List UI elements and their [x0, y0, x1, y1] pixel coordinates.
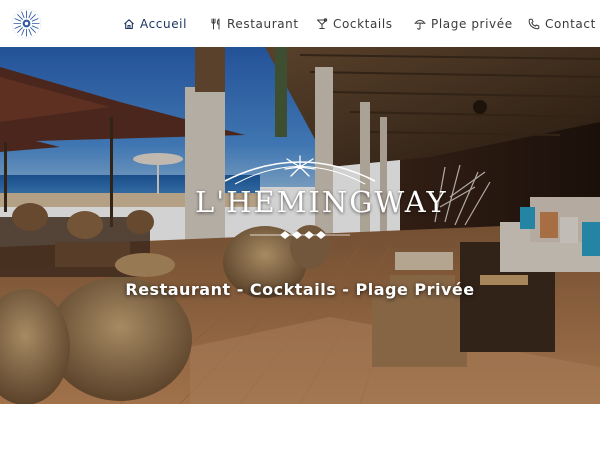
- cocktail-icon: [317, 18, 328, 29]
- home-icon: [124, 19, 134, 30]
- utensils-icon: [211, 18, 220, 30]
- nav-item-contact[interactable]: Contact: [528, 15, 596, 33]
- brand-logo: L'HEMINGWAY: [195, 147, 448, 242]
- ornament-divider-icon: [250, 231, 350, 239]
- sun-flower-logo-icon[interactable]: [11, 8, 42, 39]
- hero-tagline: Restaurant - Cocktails - Plage Privée: [125, 280, 475, 299]
- umbrella-icon: [414, 19, 426, 30]
- brand-name: L'HEMINGWAY: [195, 185, 448, 219]
- nav-label-cocktails: Cocktails: [333, 17, 393, 31]
- nav-label-restaurant: Restaurant: [227, 17, 299, 31]
- nav-item-accueil[interactable]: Accueil: [123, 15, 187, 33]
- nav-item-restaurant[interactable]: Restaurant: [210, 15, 299, 33]
- phone-icon: [528, 18, 540, 30]
- hero-banner: L'HEMINGWAY Restaurant - Cocktails - Pla…: [0, 47, 600, 404]
- nav-label-accueil: Accueil: [140, 17, 188, 31]
- top-navbar: Accueil Restaurant Cocktails Plage privé…: [0, 0, 600, 47]
- nav-item-plage-privee[interactable]: Plage privée: [414, 15, 513, 33]
- nav-item-cocktails[interactable]: Cocktails: [316, 15, 393, 33]
- nav-label-contact: Contact: [545, 17, 596, 31]
- palm-leaf-emblem-icon: [224, 155, 376, 185]
- nav-label-plage-privee: Plage privée: [431, 17, 513, 31]
